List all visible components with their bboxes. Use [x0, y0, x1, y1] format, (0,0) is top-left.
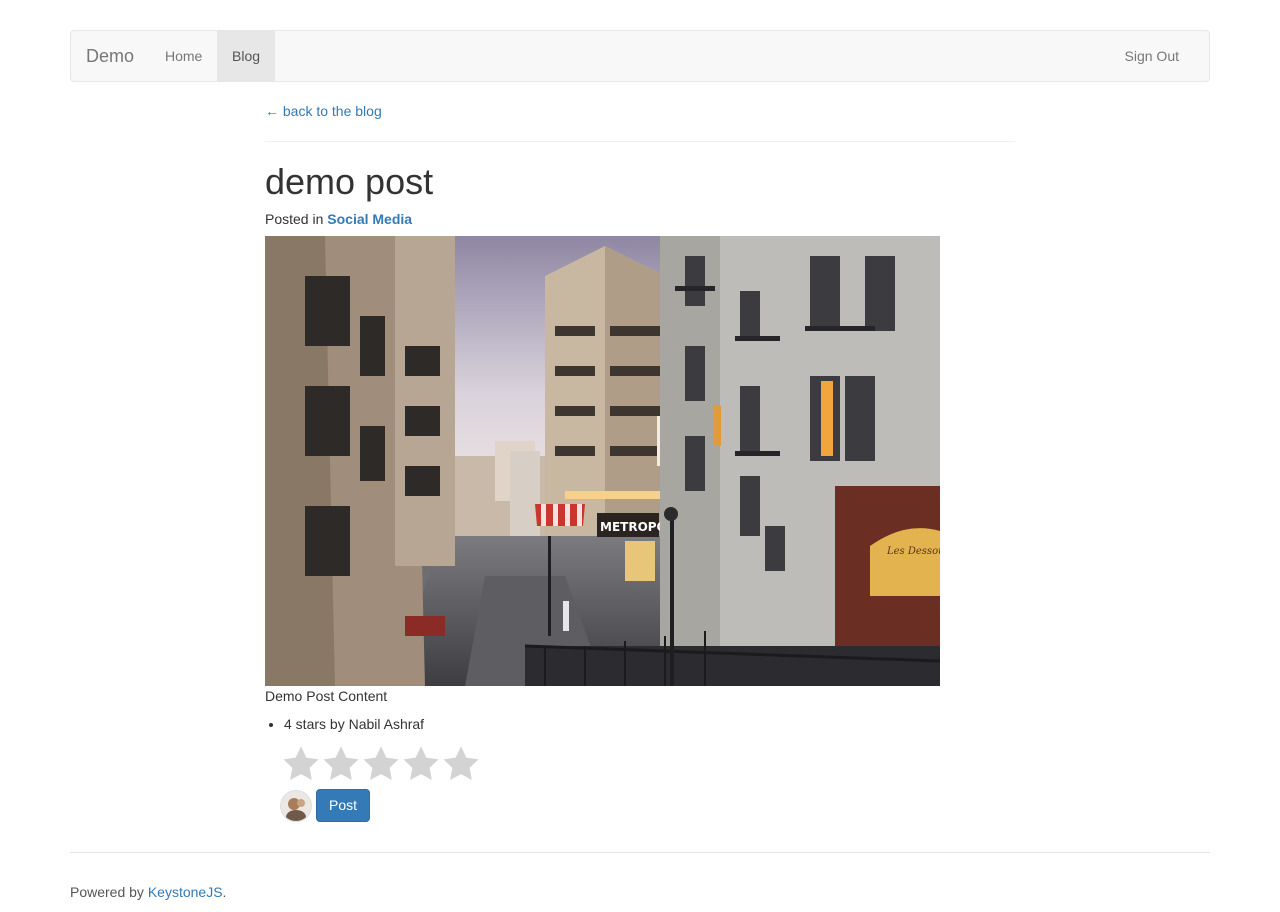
- post-image: HOTEL METROPOL: [265, 236, 940, 686]
- star-icon[interactable]: [281, 744, 321, 786]
- star-icon[interactable]: [401, 744, 441, 786]
- footer-suffix: .: [222, 884, 227, 900]
- post-button[interactable]: Post: [316, 789, 370, 822]
- star-icon[interactable]: [321, 744, 361, 786]
- category-link[interactable]: Social Media: [327, 211, 412, 227]
- paris-street-illustration: HOTEL METROPOL: [265, 236, 940, 686]
- avatar: [280, 790, 312, 822]
- star-icon[interactable]: [361, 744, 401, 786]
- post-meta: Posted in Social Media: [265, 210, 412, 228]
- back-to-blog-link[interactable]: ← back to the blog: [265, 102, 382, 120]
- rating-entry: 4 stars by Nabil Ashraf: [284, 714, 424, 734]
- footer-divider: [70, 852, 1210, 853]
- post-body: Demo Post Content: [265, 688, 388, 704]
- ratings-list: 4 stars by Nabil Ashraf: [265, 714, 424, 734]
- post-title: demo post: [265, 161, 434, 202]
- footer: Powered by KeystoneJS.: [70, 883, 226, 901]
- divider: [265, 141, 1015, 142]
- star-rating-input[interactable]: [281, 744, 481, 786]
- navbar: Demo Home Blog Sign Out: [70, 30, 1210, 82]
- nav-blog[interactable]: Blog: [217, 31, 276, 81]
- posted-in-label: Posted in: [265, 211, 324, 227]
- star-icon[interactable]: [441, 744, 481, 786]
- keystonejs-link[interactable]: KeystoneJS: [148, 884, 223, 900]
- nav-home[interactable]: Home: [150, 31, 217, 81]
- brand-link[interactable]: Demo: [86, 31, 134, 81]
- shop-sign: Les Dessous de Ginette: [886, 546, 940, 557]
- sign-out-link[interactable]: Sign Out: [1110, 31, 1194, 81]
- footer-prefix: Powered by: [70, 884, 144, 900]
- user-avatar-icon: [281, 791, 311, 821]
